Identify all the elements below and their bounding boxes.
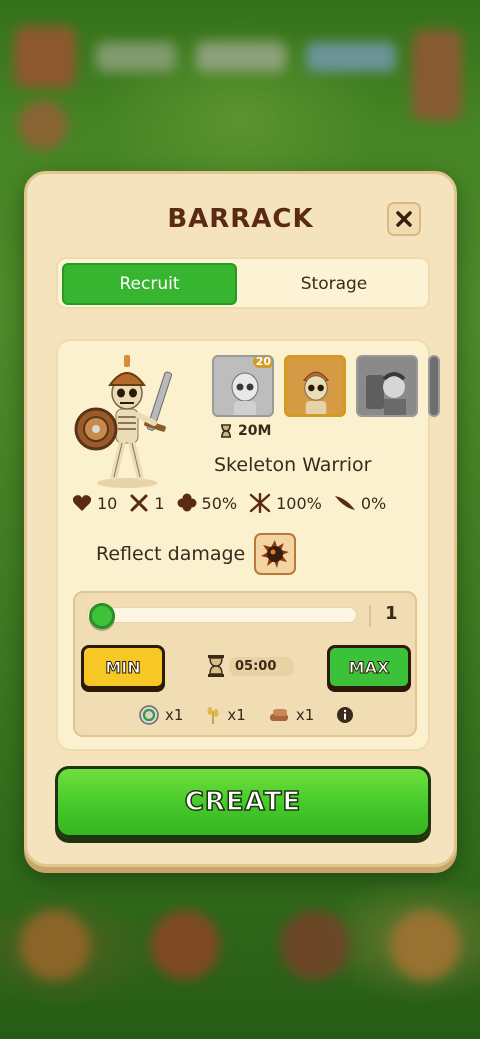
wood-icon <box>269 709 288 721</box>
spiked-ball-icon <box>261 540 289 568</box>
cost-wheat-amount: x1 <box>227 706 246 724</box>
feather-icon <box>334 496 355 510</box>
unit-stats: 10 1 50% 100% 0% <box>72 493 422 513</box>
wheat-icon <box>207 707 219 724</box>
close-button[interactable] <box>387 202 421 236</box>
info-button[interactable] <box>336 706 354 724</box>
gold-coin-icon <box>139 705 159 725</box>
barrack-dialog: BARRACK Recruit Storage 20 20M Skeleton … <box>24 171 457 867</box>
hourglass-icon <box>208 655 224 677</box>
stat-health-value: 10 <box>97 493 118 513</box>
stat-evasion-value: 0% <box>360 493 387 513</box>
skeleton-warrior-portrait <box>74 355 173 488</box>
stat-health: 10 <box>72 494 117 513</box>
train-time-value: 20M <box>238 423 272 439</box>
max-button[interactable]: MAX <box>327 645 411 689</box>
unit-name: Skeleton Warrior <box>214 454 372 476</box>
cost-gold: x1 <box>139 705 183 725</box>
heart-icon <box>72 495 92 511</box>
quantity-value: 1 <box>385 603 398 624</box>
crossed-swords-icon <box>130 494 148 512</box>
stat-luck: 50% <box>177 493 238 513</box>
create-button[interactable]: CREATE <box>55 766 431 838</box>
stat-luck-value: 50% <box>201 493 238 513</box>
skeleton-warrior-icon <box>287 358 343 414</box>
recruit-controls: 1 MIN 05:00 MAX x1 x1 x1 <box>73 591 417 737</box>
cost-wood-amount: x1 <box>295 706 315 724</box>
stat-attack: 1 <box>129 493 165 513</box>
tab-recruit[interactable]: Recruit <box>62 263 237 305</box>
unit-thumb-skeleton-warrior[interactable] <box>284 355 346 417</box>
slider-divider <box>369 605 371 627</box>
close-icon <box>396 211 412 227</box>
quantity-slider-track[interactable] <box>87 607 357 623</box>
unit-thumb-locked-warrior[interactable] <box>356 355 418 417</box>
clover-icon <box>177 493 197 512</box>
warrior-icon <box>358 357 416 415</box>
unit-card: 20 20M Skeleton Warrior 10 1 50% 100% 0%… <box>56 339 440 751</box>
info-icon <box>337 707 354 723</box>
stat-crit: 100% <box>249 493 322 513</box>
ability-button[interactable] <box>254 533 296 575</box>
stat-attack-value: 1 <box>154 493 165 513</box>
ability-label: Reflect damage <box>96 543 246 565</box>
min-button[interactable]: MIN <box>81 645 165 689</box>
cost-gold-amount: x1 <box>165 706 184 724</box>
level-badge: 20 <box>252 357 272 368</box>
timer-value: 05:00 <box>229 656 295 676</box>
cost-list: x1 x1 x1 <box>139 705 376 725</box>
stat-crit-value: 100% <box>276 493 322 513</box>
cost-wheat: x1 <box>205 705 246 725</box>
unit-thumb-skeleton-grey[interactable]: 20 <box>212 355 274 417</box>
crossed-blades-icon <box>249 493 271 513</box>
cost-wood: x1 <box>268 706 314 724</box>
hourglass-icon <box>221 424 231 438</box>
tab-storage[interactable]: Storage <box>242 263 426 305</box>
tab-bar: Recruit Storage <box>56 257 430 309</box>
quantity-slider-knob[interactable] <box>89 603 115 629</box>
unit-thumb-partial[interactable] <box>428 355 440 417</box>
train-time: 20M <box>220 423 271 439</box>
stat-evasion: 0% <box>334 494 386 513</box>
recruit-timer: 05:00 <box>207 654 295 678</box>
